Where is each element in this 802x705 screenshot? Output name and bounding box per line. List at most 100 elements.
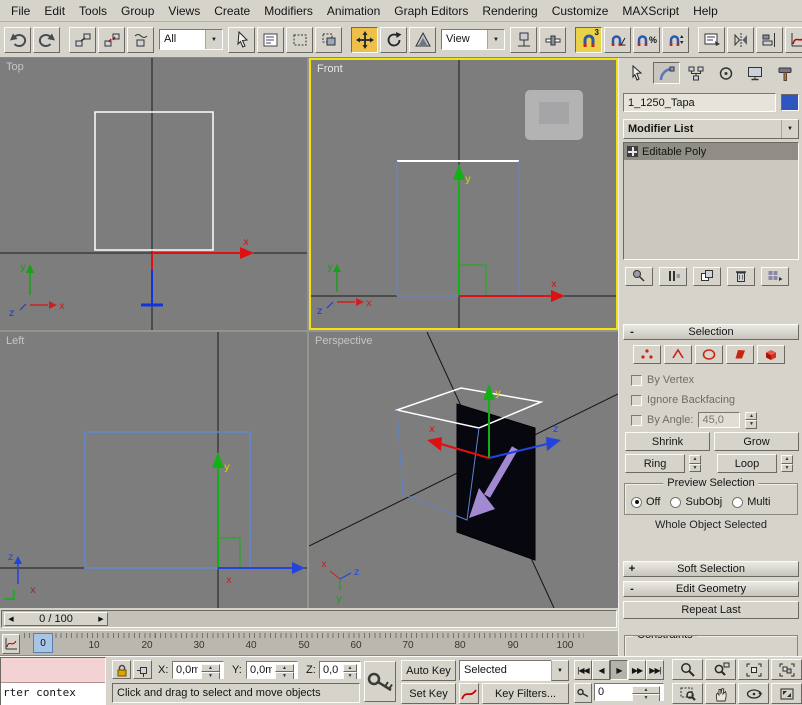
z-spinner[interactable]: ▲▼ [340, 662, 360, 679]
arc-rotate-button[interactable] [738, 683, 769, 704]
viewport-perspective[interactable]: x y z x y z Perspective [309, 332, 618, 608]
move-gizmo[interactable]: y x [212, 452, 305, 586]
grow-button[interactable]: Grow [714, 432, 799, 451]
checkbox[interactable] [631, 375, 642, 386]
angle-value-field[interactable]: 45,0 [698, 412, 740, 428]
chevron-down-icon[interactable]: ▼ [551, 660, 569, 681]
viewport-label-perspective[interactable]: Perspective [315, 335, 372, 347]
menu-create[interactable]: Create [207, 1, 257, 21]
zoom-extents-all-button[interactable] [771, 659, 802, 680]
bind-to-spacewarp-button[interactable] [127, 27, 154, 53]
menu-edit[interactable]: Edit [37, 1, 72, 21]
by-angle-checkbox-row[interactable]: By Angle: 45,0 ▲▼ [631, 412, 799, 428]
soft-selection-rollout-header[interactable]: + Soft Selection [623, 561, 799, 577]
align-button[interactable] [756, 27, 783, 53]
ignore-backfacing-checkbox-row[interactable]: Ignore Backfacing [631, 392, 799, 408]
move-gizmo[interactable]: x [141, 237, 254, 305]
stack-item-editable-poly[interactable]: Editable Poly [624, 143, 798, 160]
radio-off[interactable] [631, 497, 642, 508]
mini-curve-editor-button[interactable] [2, 634, 20, 654]
menu-modifiers[interactable]: Modifiers [257, 1, 320, 21]
object-color-swatch[interactable] [781, 94, 799, 111]
loop-spinner[interactable]: ▲▼ [781, 455, 793, 472]
selection-rollout-header[interactable]: - Selection [623, 324, 799, 340]
select-and-manipulate-button[interactable] [539, 27, 566, 53]
select-by-name-button[interactable] [257, 27, 284, 53]
menu-animation[interactable]: Animation [320, 1, 387, 21]
edit-named-selections-button[interactable] [698, 27, 725, 53]
loop-button[interactable]: Loop [717, 454, 777, 473]
key-filter-scope-dropdown[interactable]: Selected ▼ [459, 660, 569, 681]
menu-file[interactable]: File [4, 1, 37, 21]
menu-customize[interactable]: Customize [545, 1, 616, 21]
window-crossing-toggle[interactable] [315, 27, 342, 53]
spinner-snap-toggle[interactable] [662, 27, 689, 53]
shrink-button[interactable]: Shrink [625, 432, 710, 451]
tab-motion[interactable] [712, 62, 740, 84]
previous-frame-button[interactable]: ◀ [592, 660, 610, 680]
viewport-label-top[interactable]: Top [6, 61, 24, 73]
zoom-button[interactable] [672, 659, 703, 680]
border-mode-button[interactable] [695, 345, 723, 364]
ring-button[interactable]: Ring [625, 454, 685, 473]
maxscript-mini-listener[interactable]: rter contex [0, 657, 106, 705]
selection-lock-toggle[interactable] [112, 660, 131, 679]
select-object-button[interactable] [228, 27, 255, 53]
show-end-result-button[interactable] [659, 267, 687, 286]
pin-stack-button[interactable] [625, 267, 653, 286]
tab-utilities[interactable] [771, 62, 799, 84]
y-spinner[interactable]: ▲▼ [272, 662, 297, 679]
radio-off-label[interactable]: Off [646, 496, 660, 508]
frame-spinner[interactable]: ▲▼ [629, 684, 663, 701]
snaps-toggle-3d-button[interactable]: 3 [575, 27, 602, 53]
maximize-viewport-toggle[interactable] [771, 683, 802, 704]
current-frame-marker[interactable]: 0 [33, 633, 53, 653]
repeat-last-button[interactable]: Repeat Last [623, 601, 799, 619]
tab-create[interactable] [623, 62, 651, 84]
element-mode-button[interactable] [757, 345, 785, 364]
current-frame-field[interactable]: 0 ▲▼ [594, 683, 664, 701]
key-filters-button[interactable]: Key Filters... [482, 683, 569, 704]
make-unique-button[interactable] [693, 267, 721, 286]
radio-subobj[interactable] [670, 497, 681, 508]
configure-modifier-sets-button[interactable] [761, 267, 789, 286]
vertex-mode-button[interactable] [633, 345, 661, 364]
play-button[interactable]: ▶ [610, 660, 628, 680]
set-key-button[interactable]: Set Key [401, 683, 456, 704]
chevron-down-icon[interactable]: ▼ [205, 30, 222, 49]
pan-button[interactable] [705, 683, 736, 704]
time-slider-handle[interactable]: ◀ 0 / 100 ▶ [4, 612, 108, 626]
move-gizmo[interactable]: y x [453, 164, 565, 302]
radio-subobj-label[interactable]: SubObj [685, 496, 722, 508]
menu-graph-editors[interactable]: Graph Editors [387, 1, 475, 21]
tab-display[interactable] [742, 62, 770, 84]
time-slider-track[interactable]: ◀ 0 / 100 ▶ [1, 610, 617, 628]
curve-editor-button[interactable] [785, 27, 802, 53]
selected-object-wireframe[interactable] [95, 112, 213, 250]
select-and-rotate-button[interactable] [380, 27, 407, 53]
modifier-stack[interactable]: Editable Poly [623, 142, 799, 260]
rectangular-selection-region-button[interactable] [286, 27, 313, 53]
viewport-top[interactable]: x y x z Top [0, 58, 307, 330]
use-pivot-center-button[interactable] [510, 27, 537, 53]
menu-rendering[interactable]: Rendering [475, 1, 544, 21]
x-spinner[interactable]: ▲▼ [198, 662, 223, 679]
checkbox[interactable] [631, 415, 642, 426]
z-value-field[interactable]: 0,0 ▲▼ [319, 661, 361, 679]
y-value-field[interactable]: 0,0m ▲▼ [246, 661, 298, 679]
selected-object-wireframe[interactable] [85, 432, 250, 568]
modifier-list-dropdown[interactable]: Modifier List ▼ [623, 119, 799, 139]
zoom-all-button[interactable] [705, 659, 736, 680]
mirror-button[interactable] [727, 27, 754, 53]
by-vertex-checkbox-row[interactable]: By Vertex [631, 372, 799, 388]
menu-tools[interactable]: Tools [72, 1, 114, 21]
auto-key-button[interactable]: Auto Key [401, 660, 456, 681]
menu-group[interactable]: Group [114, 1, 161, 21]
edge-mode-button[interactable] [664, 345, 692, 364]
chevron-down-icon[interactable]: ▼ [487, 30, 504, 49]
remove-modifier-button[interactable] [727, 267, 755, 286]
set-keys-button[interactable] [364, 661, 396, 702]
object-name-field[interactable]: 1_1250_Tapa [623, 93, 776, 112]
viewport-left[interactable]: y x z x Left [0, 332, 307, 608]
selection-filter-dropdown[interactable]: All ▼ [159, 29, 223, 50]
